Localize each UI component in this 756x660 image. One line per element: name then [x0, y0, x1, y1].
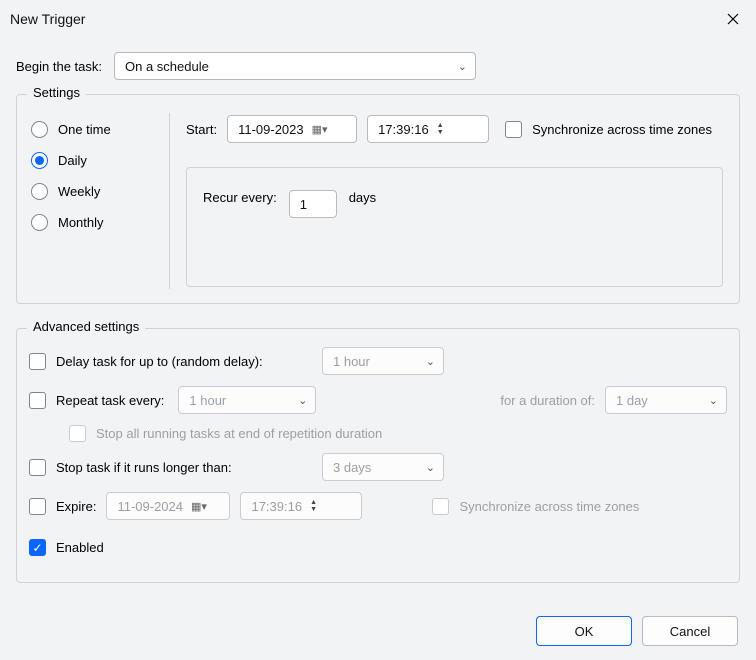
chevron-down-icon: ⌄	[458, 60, 467, 73]
expire-sync-label: Synchronize across time zones	[459, 499, 639, 514]
expire-sync-checkbox: ✓	[432, 498, 449, 515]
delay-select[interactable]: 1 hour ⌄	[322, 347, 444, 375]
delay-value: 1 hour	[333, 354, 370, 369]
radio-icon	[31, 183, 48, 200]
stop-long-value: 3 days	[333, 460, 371, 475]
radio-weekly[interactable]: Weekly	[31, 183, 157, 200]
settings-legend: Settings	[27, 85, 86, 100]
expire-label: Expire:	[56, 499, 96, 514]
ok-button-label: OK	[575, 624, 594, 639]
stop-long-select[interactable]: 3 days ⌄	[322, 453, 444, 481]
expire-time-input[interactable]: 17:39:16 ▲▼	[240, 492, 362, 520]
duration-value: 1 day	[616, 393, 648, 408]
repeat-value: 1 hour	[189, 393, 226, 408]
advanced-legend: Advanced settings	[27, 319, 145, 334]
begin-task-select[interactable]: On a schedule ⌄	[114, 52, 476, 80]
radio-icon	[31, 121, 48, 138]
settings-group: Settings One time Daily Weekly Monthly	[16, 94, 740, 304]
calendar-icon: ▦▾	[191, 500, 207, 513]
start-date-value: 11-09-2023	[238, 122, 304, 137]
expire-date-value: 11-09-2024	[117, 499, 183, 514]
recurrence-box: Recur every: 1 days	[186, 167, 723, 287]
spinner-icon: ▲▼	[437, 122, 444, 136]
divider	[169, 113, 170, 289]
radio-one-time-label: One time	[58, 122, 111, 137]
chevron-down-icon: ⌄	[298, 394, 307, 407]
enabled-checkbox[interactable]: ✓	[29, 539, 46, 556]
duration-label: for a duration of:	[500, 393, 595, 408]
radio-daily[interactable]: Daily	[31, 152, 157, 169]
delay-checkbox[interactable]: ✓	[29, 353, 46, 370]
cancel-button[interactable]: Cancel	[642, 616, 738, 646]
window-title: New Trigger	[10, 11, 85, 27]
recur-label: Recur every:	[203, 190, 277, 205]
radio-monthly[interactable]: Monthly	[31, 214, 157, 231]
start-time-value: 17:39:16	[378, 122, 429, 137]
stop-long-label: Stop task if it runs longer than:	[56, 460, 312, 475]
enabled-label: Enabled	[56, 540, 104, 555]
close-icon	[727, 13, 739, 25]
repeat-checkbox[interactable]: ✓	[29, 392, 46, 409]
sync-timezone-label: Synchronize across time zones	[532, 122, 712, 137]
expire-date-input[interactable]: 11-09-2024 ▦▾	[106, 492, 230, 520]
start-time-input[interactable]: 17:39:16 ▲▼	[367, 115, 489, 143]
chevron-down-icon: ⌄	[426, 461, 435, 474]
ok-button[interactable]: OK	[536, 616, 632, 646]
begin-task-value: On a schedule	[125, 59, 209, 74]
chevron-down-icon: ⌄	[426, 355, 435, 368]
close-button[interactable]	[710, 0, 756, 38]
start-date-input[interactable]: 11-09-2023 ▦▾	[227, 115, 357, 143]
calendar-icon: ▦▾	[312, 123, 328, 136]
radio-icon	[31, 152, 48, 169]
radio-weekly-label: Weekly	[58, 184, 100, 199]
spinner-icon: ▲▼	[310, 499, 317, 513]
radio-daily-label: Daily	[58, 153, 87, 168]
stop-all-checkbox: ✓	[69, 425, 86, 442]
radio-one-time[interactable]: One time	[31, 121, 157, 138]
radio-monthly-label: Monthly	[58, 215, 104, 230]
stop-long-checkbox[interactable]: ✓	[29, 459, 46, 476]
cancel-button-label: Cancel	[670, 624, 710, 639]
begin-task-label: Begin the task:	[16, 59, 102, 74]
stop-all-label: Stop all running tasks at end of repetit…	[96, 426, 382, 441]
start-label: Start:	[186, 122, 217, 137]
expire-checkbox[interactable]: ✓	[29, 498, 46, 515]
delay-label: Delay task for up to (random delay):	[56, 354, 312, 369]
chevron-down-icon: ⌄	[709, 394, 718, 407]
repeat-label: Repeat task every:	[56, 393, 164, 408]
duration-select[interactable]: 1 day ⌄	[605, 386, 727, 414]
recur-value: 1	[300, 197, 307, 212]
advanced-group: Advanced settings ✓ Delay task for up to…	[16, 328, 740, 583]
sync-timezone-checkbox[interactable]: ✓	[505, 121, 522, 138]
recur-input[interactable]: 1	[289, 190, 337, 218]
expire-time-value: 17:39:16	[251, 499, 302, 514]
radio-icon	[31, 214, 48, 231]
recur-unit: days	[349, 190, 376, 205]
repeat-select[interactable]: 1 hour ⌄	[178, 386, 316, 414]
